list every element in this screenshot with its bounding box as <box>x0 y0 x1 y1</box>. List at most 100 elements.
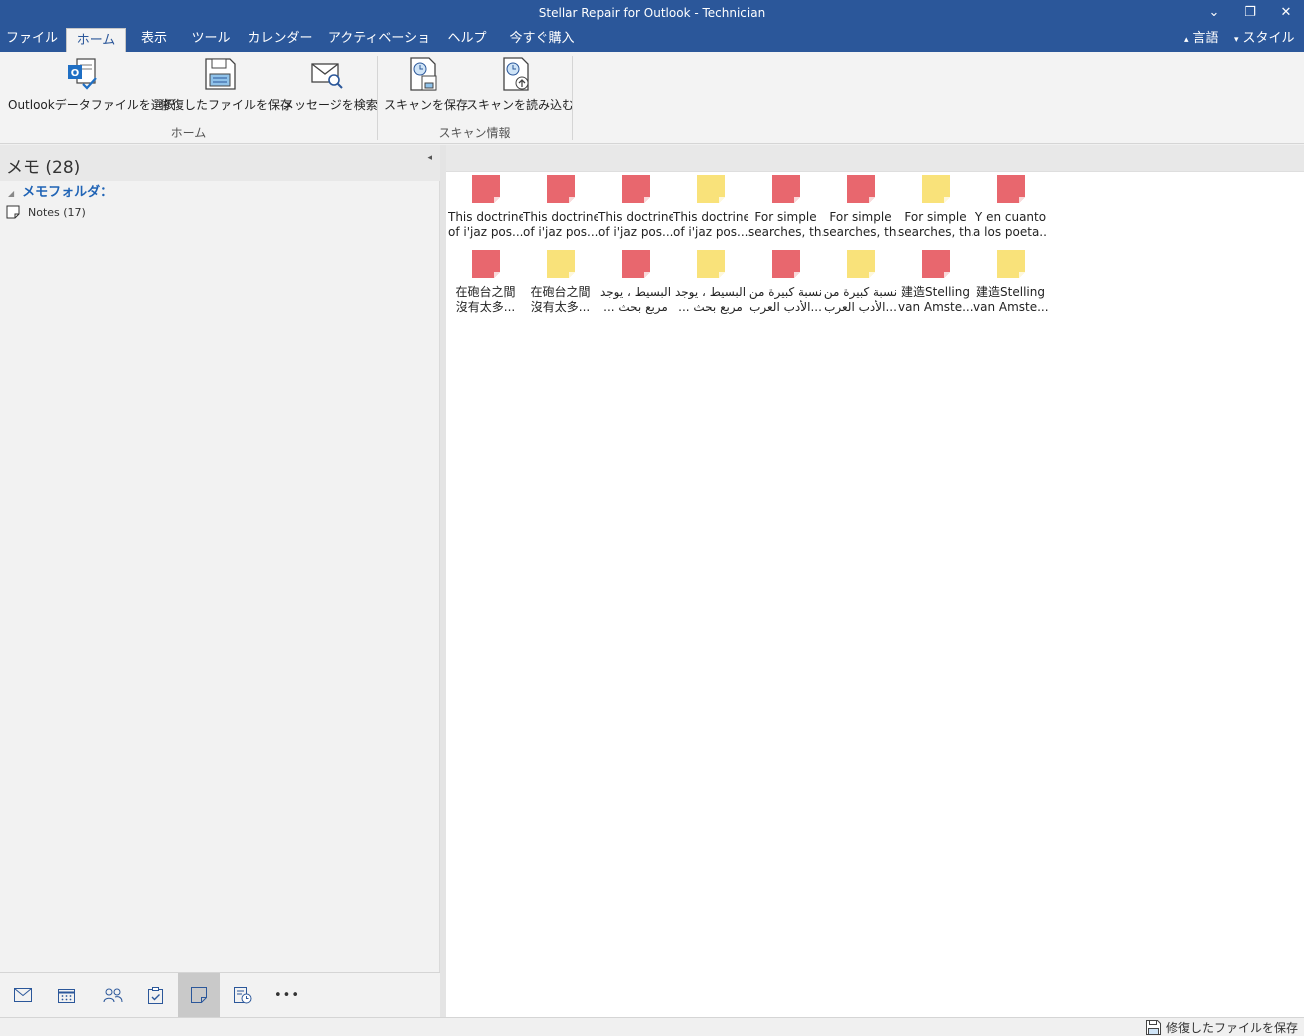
sticky-note-icon <box>996 175 1025 203</box>
style-menu[interactable]: ▾ スタイル <box>1234 27 1295 52</box>
note-preview-line-1: For simple <box>904 210 967 224</box>
menu-file[interactable]: ファイル <box>4 27 60 52</box>
folder-pane-header: メモ (28) ◂ <box>0 145 440 181</box>
journal-icon <box>234 986 252 1003</box>
status-save-button[interactable]: 修復したファイルを保存 <box>1145 1019 1298 1036</box>
nav-journal-button[interactable] <box>222 973 264 1017</box>
nav-notes-button[interactable] <box>178 973 220 1017</box>
notes-folder-heading[interactable]: ◢ メモフォルダ： <box>8 181 113 200</box>
save-scan-icon <box>410 57 437 91</box>
note-preview-line-1: 建造Stelling <box>901 285 970 299</box>
sticky-note-icon <box>471 250 500 278</box>
save-repaired-file-button[interactable]: 修復したファイルを保存 <box>160 56 293 114</box>
save-repaired-file-label: 修復したファイルを保存 <box>160 98 293 112</box>
notes-folder-heading-label: メモフォルダ： <box>22 185 114 200</box>
find-message-label: メッセージを検索 <box>282 98 378 112</box>
note-item[interactable]: This doctrine of i'jaz pos... <box>448 175 523 249</box>
collapse-pane-icon[interactable]: ◂ <box>427 153 432 163</box>
close-icon: ✕ <box>1280 5 1292 20</box>
note-preview-line-2: 沒有太多... <box>455 300 516 314</box>
note-item[interactable]: Y en cuanto a los poeta... <box>973 175 1048 249</box>
note-item[interactable]: For simplesearches, th... <box>898 175 973 249</box>
sticky-note-icon <box>771 175 800 203</box>
contacts-icon <box>103 988 123 1002</box>
notes-view: This doctrine of i'jaz pos... This doctrin… <box>446 145 1304 1017</box>
note-item[interactable]: 建造Stelling van Amste... <box>973 250 1048 324</box>
note-preview-line-2: van Amste... <box>973 300 1048 314</box>
note-item[interactable]: For simplesearches, th... <box>748 175 823 249</box>
restore-button[interactable]: ❐ <box>1236 3 1264 23</box>
note-preview-line-2: ... مربع بحث <box>603 300 668 314</box>
note-icon <box>6 205 20 219</box>
close-button[interactable]: ✕ <box>1272 3 1300 23</box>
note-preview-line-1: For simple <box>754 210 817 224</box>
more-dots-icon: ••• <box>273 987 300 1003</box>
note-item[interactable]: This doctrine of i'jaz pos... <box>673 175 748 249</box>
nav-calendar-button[interactable] <box>45 973 87 1017</box>
note-preview-line-2: ... مربع بحث <box>678 300 743 314</box>
select-outlook-file-button[interactable]: O Outlookデータファイルを選択 <box>8 56 175 114</box>
menu-bar: ファイル ホーム 表示 ツール カレンダー アクティベーション ヘルプ 今すぐ購… <box>0 27 1304 70</box>
note-preview-line-1: البسيط ، يوجد <box>674 285 747 299</box>
sticky-note-icon <box>846 250 875 278</box>
sticky-note-icon <box>621 250 650 278</box>
find-message-button[interactable]: メッセージを検索 <box>282 56 378 114</box>
menu-buy-now[interactable]: 今すぐ購入 <box>504 27 580 52</box>
nav-more-button[interactable]: ••• <box>266 973 308 1017</box>
note-preview-line-1: This doctrine <box>523 210 598 224</box>
note-item[interactable]: 建造Stelling van Amste... <box>898 250 973 324</box>
menu-help[interactable]: ヘルプ <box>444 27 490 52</box>
menu-tools[interactable]: ツール <box>186 27 236 52</box>
menu-calendar[interactable]: カレンダー <box>246 27 314 52</box>
note-item[interactable]: This doctrine of i'jaz pos... <box>523 175 598 249</box>
mail-icon <box>14 988 32 1002</box>
note-item[interactable]: This doctrine of i'jaz pos... <box>598 175 673 249</box>
note-preview-line-2: searches, th... <box>898 225 973 239</box>
load-scan-button[interactable]: スキャンを読み込む <box>466 56 574 114</box>
note-preview-line-2: of i'jaz pos... <box>523 225 598 239</box>
note-preview-line-1: نسبة كبيرة من <box>748 285 823 299</box>
envelope-search-icon <box>311 63 343 89</box>
note-item[interactable]: 在砲台之間 沒有太多... <box>523 250 598 324</box>
folder-item-notes[interactable]: Notes (17) <box>6 205 86 219</box>
save-scan-button[interactable]: スキャンを保存 <box>384 56 469 114</box>
note-preview-line-2: 沒有太多... <box>530 300 591 314</box>
caret-down-icon: ▾ <box>1234 35 1239 45</box>
note-preview-line-1: 在砲台之間 <box>530 285 591 299</box>
module-nav-bar: ••• <box>0 972 440 1017</box>
note-preview-line-2: الأدب العرب... <box>749 300 822 314</box>
menu-view[interactable]: 表示 <box>132 27 176 52</box>
note-preview-line-2: of i'jaz pos... <box>673 225 748 239</box>
expand-triangle-icon[interactable]: ◢ <box>8 189 14 198</box>
save-scan-label: スキャンを保存 <box>384 98 469 112</box>
menu-home[interactable]: ホーム <box>66 28 126 52</box>
nav-contacts-button[interactable] <box>92 973 134 1017</box>
note-preview-line-1: This doctrine <box>448 210 523 224</box>
ribbon-separator <box>572 56 573 140</box>
note-preview-line-1: Y en cuanto <box>974 210 1047 224</box>
note-item[interactable]: For simplesearches, th... <box>823 175 898 249</box>
minimize-icon: ⌄ <box>1208 5 1220 20</box>
note-item[interactable]: نسبة كبيرة من الأدب العرب... <box>748 250 823 324</box>
title-bar: Stellar Repair for Outlook - Technician … <box>0 0 1304 27</box>
folder-pane: メモ (28) ◂ ◢ メモフォルダ： Notes (17) ••• <box>0 145 440 1017</box>
note-item[interactable]: 在砲台之間 沒有太多... <box>448 250 523 324</box>
note-item[interactable]: نسبة كبيرة من الأدب العرب... <box>823 250 898 324</box>
note-item[interactable]: البسيط ، يوجد... مربع بحث <box>598 250 673 324</box>
calendar-icon <box>57 989 75 1003</box>
note-preview-line-1: البسيط ، يوجد <box>599 285 672 299</box>
tasks-icon <box>147 986 163 1004</box>
note-item[interactable]: البسيط ، يوجد... مربع بحث <box>673 250 748 324</box>
note-preview-line-2: a los poeta... <box>973 225 1048 239</box>
language-label: 言語 <box>1192 31 1219 46</box>
note-preview-line-2: searches, th... <box>748 225 823 239</box>
nav-tasks-button[interactable] <box>134 973 176 1017</box>
save-disk-icon <box>205 58 236 90</box>
note-preview-line-1: نسبة كبيرة من <box>823 285 898 299</box>
nav-mail-button[interactable] <box>2 973 44 1017</box>
window-title: Stellar Repair for Outlook - Technician <box>538 6 766 20</box>
menu-activation[interactable]: アクティベーション <box>326 27 432 70</box>
minimize-button[interactable]: ⌄ <box>1200 3 1228 23</box>
language-menu[interactable]: ▴ 言語 <box>1184 27 1219 52</box>
outlook-file-icon: O <box>68 58 97 90</box>
